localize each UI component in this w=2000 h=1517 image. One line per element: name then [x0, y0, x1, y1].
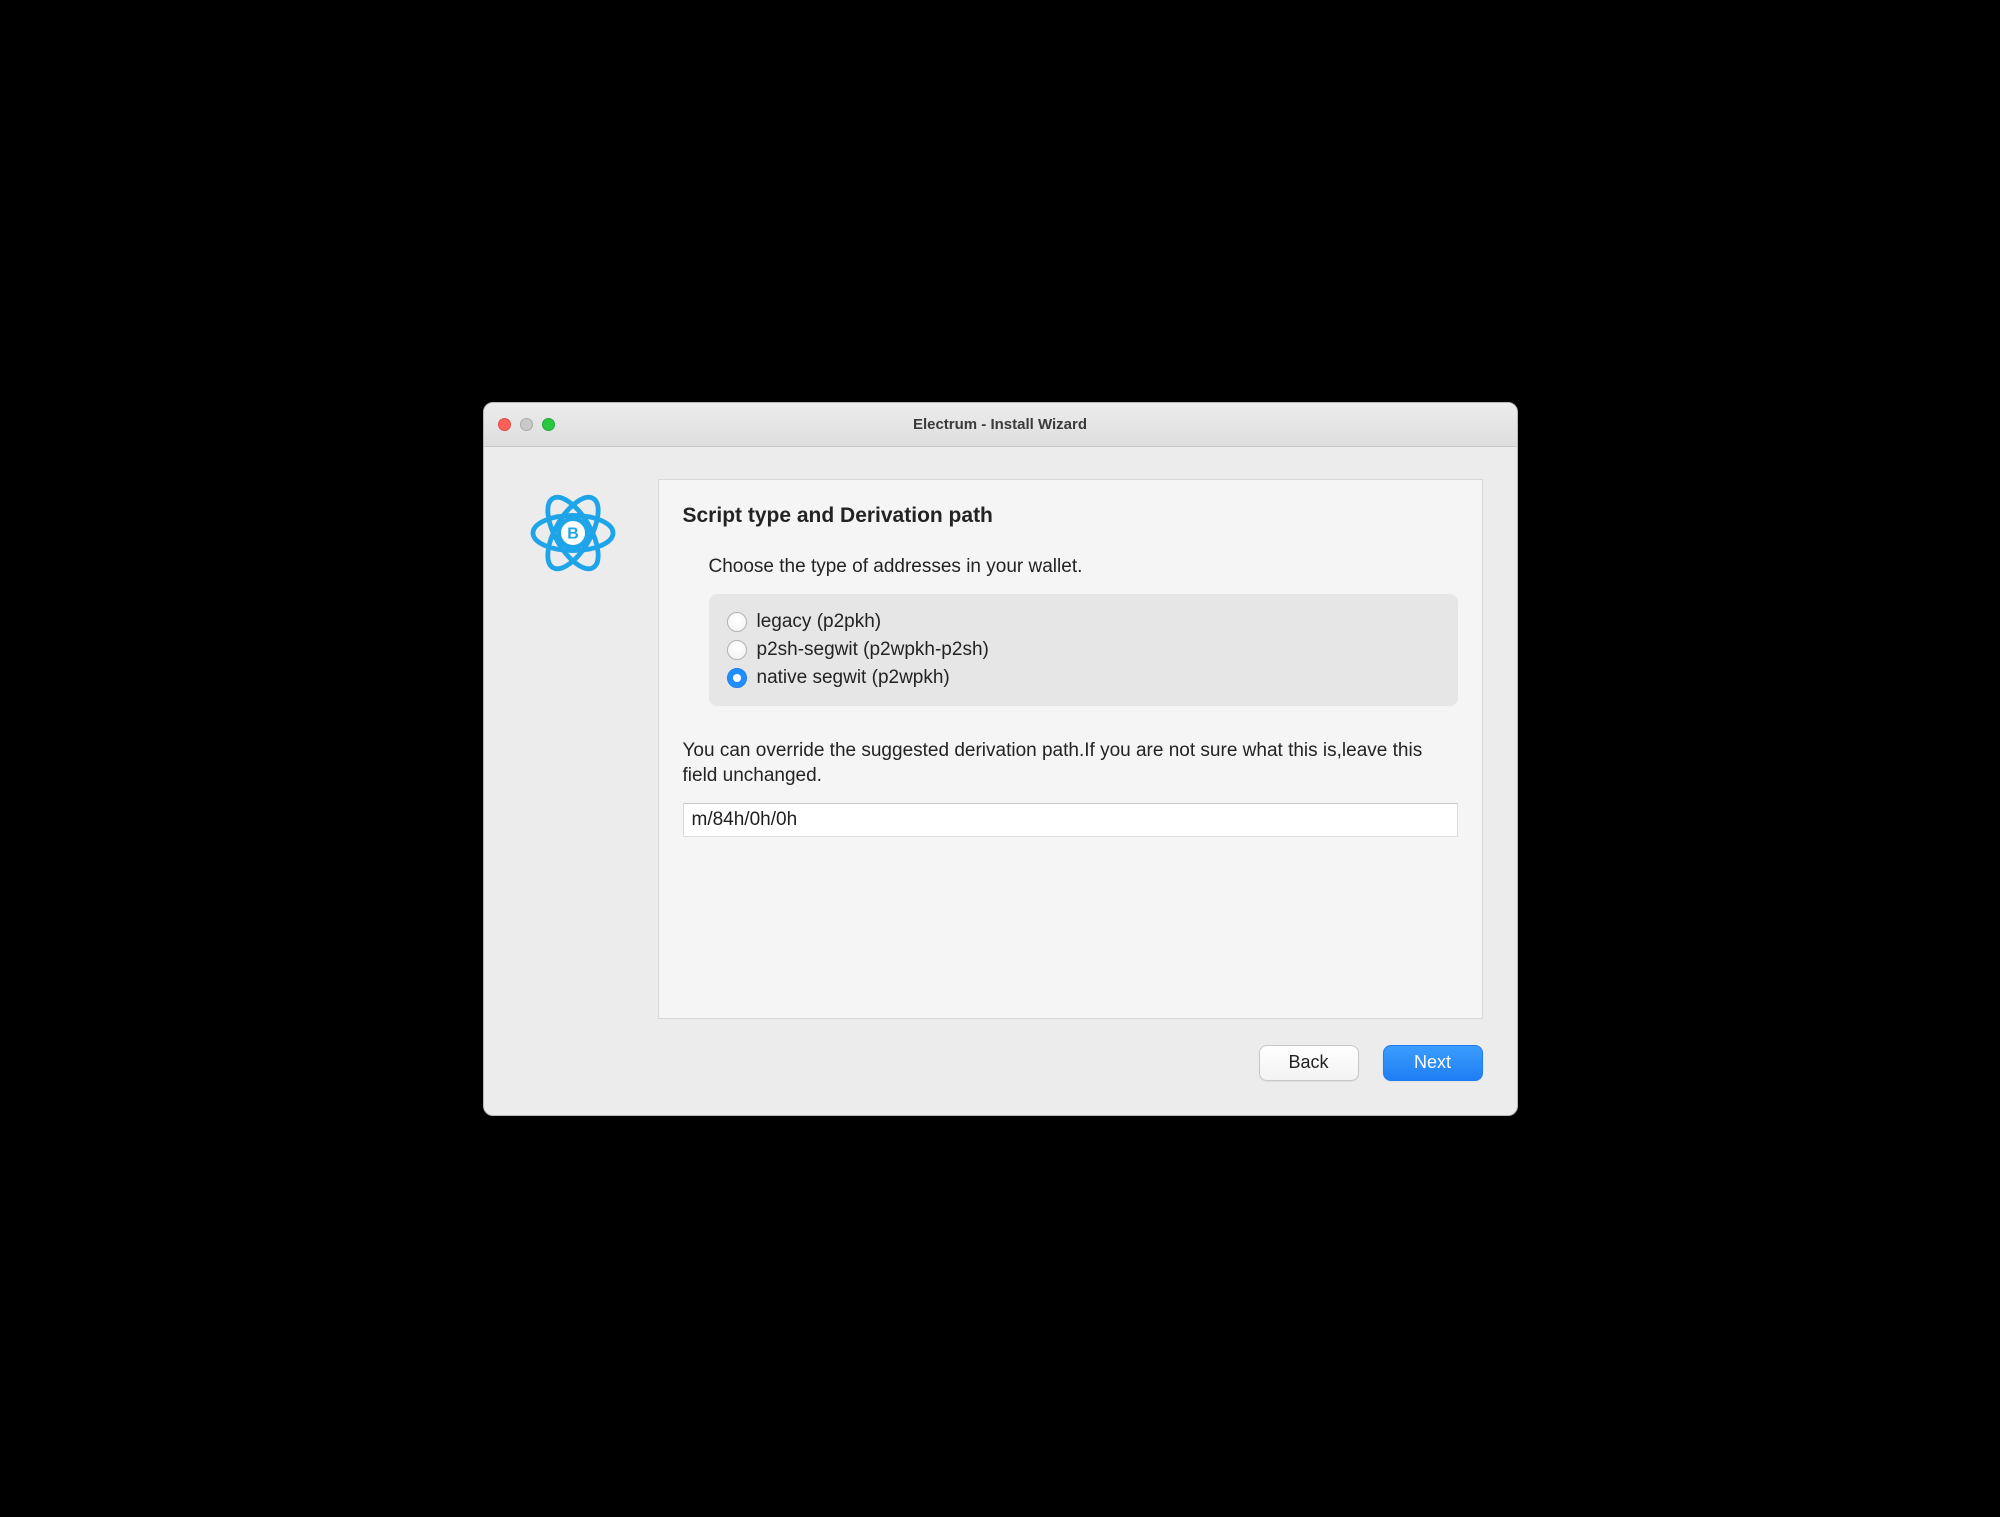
wizard-instruction: Choose the type of addresses in your wal… [709, 556, 1458, 578]
radio-option-native-segwit[interactable]: native segwit (p2wpkh) [727, 664, 1440, 692]
zoom-window-icon[interactable] [542, 418, 555, 431]
window-title: Electrum - Install Wizard [484, 416, 1517, 433]
minimize-window-icon[interactable] [520, 418, 533, 431]
radio-option-p2sh-segwit[interactable]: p2sh-segwit (p2wpkh-p2sh) [727, 636, 1440, 664]
radio-label: p2sh-segwit (p2wpkh-p2sh) [757, 639, 989, 661]
wizard-footer: Back Next [484, 1041, 1517, 1115]
back-button[interactable]: Back [1259, 1045, 1359, 1081]
wizard-sidebar: B [518, 479, 628, 1019]
derivation-path-input[interactable] [683, 803, 1458, 837]
window-body: B Script type and Derivation path Choose… [484, 447, 1517, 1041]
next-button[interactable]: Next [1383, 1045, 1483, 1081]
window-controls [498, 418, 555, 431]
install-wizard-window: Electrum - Install Wizard B Script type … [483, 402, 1518, 1116]
address-type-radio-group: legacy (p2pkh) p2sh-segwit (p2wpkh-p2sh)… [709, 594, 1458, 706]
radio-icon [727, 668, 747, 688]
wizard-content-panel: Script type and Derivation path Choose t… [658, 479, 1483, 1019]
derivation-path-hint: You can override the suggested derivatio… [683, 738, 1458, 789]
svg-text:B: B [567, 525, 579, 542]
titlebar: Electrum - Install Wizard [484, 403, 1517, 447]
radio-label: native segwit (p2wpkh) [757, 667, 950, 689]
radio-icon [727, 612, 747, 632]
close-window-icon[interactable] [498, 418, 511, 431]
radio-option-legacy[interactable]: legacy (p2pkh) [727, 608, 1440, 636]
wizard-heading: Script type and Derivation path [683, 504, 1458, 528]
electrum-logo-icon: B [525, 485, 621, 1019]
radio-label: legacy (p2pkh) [757, 611, 882, 633]
radio-icon [727, 640, 747, 660]
